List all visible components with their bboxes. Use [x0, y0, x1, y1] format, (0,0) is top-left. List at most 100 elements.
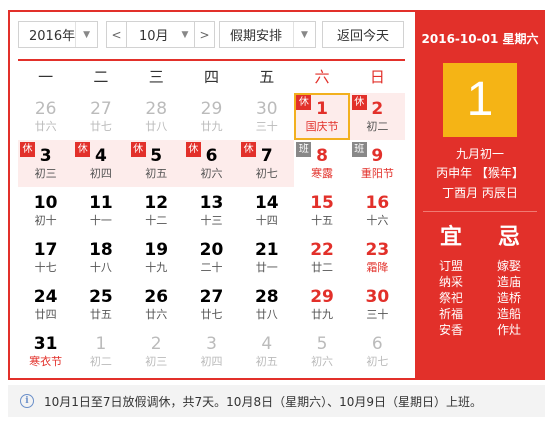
- lunar-label: 廿八: [255, 308, 278, 321]
- day-cell[interactable]: 30 三十: [350, 281, 405, 328]
- lunar-label: 廿七: [89, 120, 112, 133]
- divider: [423, 211, 537, 212]
- day-cell[interactable]: 12 十二: [129, 187, 184, 234]
- weekday-header: 一二三四五六日: [18, 59, 405, 93]
- day-cell[interactable]: 休 2 初二: [349, 93, 405, 140]
- year-value: 2016年: [29, 29, 76, 44]
- day-cell[interactable]: 29 廿九: [184, 93, 239, 140]
- day-cell[interactable]: 休 4 初四: [73, 140, 129, 187]
- day-cell[interactable]: 29 廿九: [294, 281, 349, 328]
- lunar-label: 重阳节: [360, 167, 394, 180]
- day-number: 22: [310, 240, 334, 260]
- day-cell[interactable]: 31 寒衣节: [18, 328, 73, 375]
- lunar-label: 十二: [145, 214, 168, 227]
- day-cell[interactable]: 25 廿五: [73, 281, 128, 328]
- calendar-panel: 2016年 ▼ < 10月 ▼ > 假期安排 ▼ 返回今天 一二三四五六日 26…: [10, 12, 413, 378]
- day-cell[interactable]: 16 十六: [350, 187, 405, 234]
- calendar-widget: 2016年 ▼ < 10月 ▼ > 假期安排 ▼ 返回今天 一二三四五六日 26…: [8, 10, 545, 380]
- year-select[interactable]: 2016年 ▼: [18, 21, 98, 48]
- day-number: 5: [316, 334, 328, 354]
- day-number: 31: [33, 334, 58, 354]
- day-cell[interactable]: 13 十三: [184, 187, 239, 234]
- ji-item: 造庙: [496, 275, 521, 289]
- day-cell[interactable]: 26 廿六: [129, 281, 184, 328]
- lunar-label: 初五: [145, 167, 168, 180]
- next-month-button[interactable]: >: [194, 22, 214, 47]
- info-icon: i: [20, 394, 34, 408]
- day-cell[interactable]: 休 3 初三: [18, 140, 74, 187]
- lunar-label: 十六: [366, 214, 389, 227]
- day-cell[interactable]: 28 廿八: [129, 93, 184, 140]
- month-select[interactable]: 10月: [127, 25, 176, 44]
- day-number: 16: [365, 193, 390, 213]
- day-cell[interactable]: 2 初三: [129, 328, 184, 375]
- day-cell[interactable]: 22 廿二: [294, 234, 349, 281]
- lunar-label: 十一: [89, 214, 112, 227]
- lunar-label: 廿八: [145, 120, 168, 133]
- day-cell[interactable]: 6 初七: [350, 328, 405, 375]
- lunar-label: 初二: [366, 120, 389, 133]
- work-badge: 班: [351, 142, 367, 157]
- day-cell[interactable]: 26 廿六: [18, 93, 73, 140]
- day-cell[interactable]: 10 初十: [18, 187, 73, 234]
- lunar-label: 初七: [255, 167, 278, 180]
- rest-badge: 休: [75, 142, 91, 157]
- day-cell[interactable]: 3 初四: [184, 328, 239, 375]
- day-cell[interactable]: 休 7 初七: [239, 140, 295, 187]
- weekday-label: 五: [259, 68, 275, 86]
- lunar-label: 十五: [311, 214, 334, 227]
- lunar-label: 初十: [34, 214, 57, 227]
- day-number: 30: [365, 287, 390, 307]
- day-cell[interactable]: 24 廿四: [18, 281, 73, 328]
- prev-month-button[interactable]: <: [107, 22, 127, 47]
- ji-title: 忌: [497, 225, 520, 250]
- big-day-number: 1: [443, 63, 517, 137]
- day-number: 27: [199, 287, 224, 307]
- lunar-label: 霜降: [366, 261, 389, 274]
- rest-badge: 休: [20, 142, 35, 157]
- rest-badge: 休: [351, 95, 367, 110]
- day-detail-panel: 2016-10-01 星期六 1 九月初一 丙申年 【猴年】 丁酉月 丙辰日 宜…: [415, 12, 545, 378]
- lunar-label: 十七: [34, 261, 57, 274]
- day-cell[interactable]: 4 初五: [239, 328, 294, 375]
- day-cell[interactable]: 休 6 初六: [183, 140, 240, 187]
- lunar-label: 廿九: [311, 308, 334, 321]
- day-cell[interactable]: 5 初六: [294, 328, 349, 375]
- lunar-label: 初四: [89, 167, 112, 180]
- lunar-label: 国庆节: [305, 120, 339, 133]
- day-cell[interactable]: 27 廿七: [73, 93, 128, 140]
- holiday-select[interactable]: 假期安排 ▼: [219, 21, 316, 48]
- lunar-label: 寒露: [311, 167, 334, 180]
- day-cell[interactable]: 21 廿一: [239, 234, 294, 281]
- day-cell[interactable]: 30 三十: [239, 93, 294, 140]
- ji-item: 造船: [496, 307, 521, 321]
- day-cell[interactable]: 18 十八: [73, 234, 128, 281]
- lunar-label: 初六: [200, 167, 223, 180]
- yi-item: 安香: [438, 323, 463, 337]
- day-number: 25: [89, 287, 113, 307]
- day-cell[interactable]: 休 1 国庆节: [294, 93, 350, 140]
- ji-list: 忌 嫁娶 造庙 造桥 造船 作灶: [481, 224, 537, 338]
- notice-bar: i 10月1日至7日放假调休，共7天。10月8日（星期六）、10月9日（星期日）…: [8, 385, 545, 417]
- day-cell[interactable]: 15 十五: [294, 187, 349, 234]
- day-cell[interactable]: 28 廿八: [239, 281, 294, 328]
- day-cell[interactable]: 20 二十: [184, 234, 239, 281]
- day-cell[interactable]: 1 初二: [73, 328, 128, 375]
- day-cell[interactable]: 23 霜降: [350, 234, 405, 281]
- chevron-down-icon: ▼: [293, 22, 315, 47]
- day-cell[interactable]: 19 十九: [129, 234, 184, 281]
- day-number: 19: [144, 240, 169, 260]
- day-cell[interactable]: 班 9 重阳节: [350, 140, 405, 187]
- day-cell[interactable]: 14 十四: [239, 187, 294, 234]
- day-number: 1: [95, 334, 107, 354]
- day-cell[interactable]: 班 8 寒露: [294, 140, 349, 187]
- lunar-label: 十三: [200, 214, 223, 227]
- today-button[interactable]: 返回今天: [322, 21, 404, 48]
- holiday-value: 假期安排: [230, 29, 283, 44]
- day-cell[interactable]: 休 5 初五: [128, 140, 184, 187]
- day-number: 11: [89, 193, 113, 213]
- day-cell[interactable]: 17 十七: [18, 234, 73, 281]
- day-cell[interactable]: 27 廿七: [184, 281, 239, 328]
- day-cell[interactable]: 11 十一: [73, 187, 128, 234]
- lunar-label: 初三: [145, 355, 168, 368]
